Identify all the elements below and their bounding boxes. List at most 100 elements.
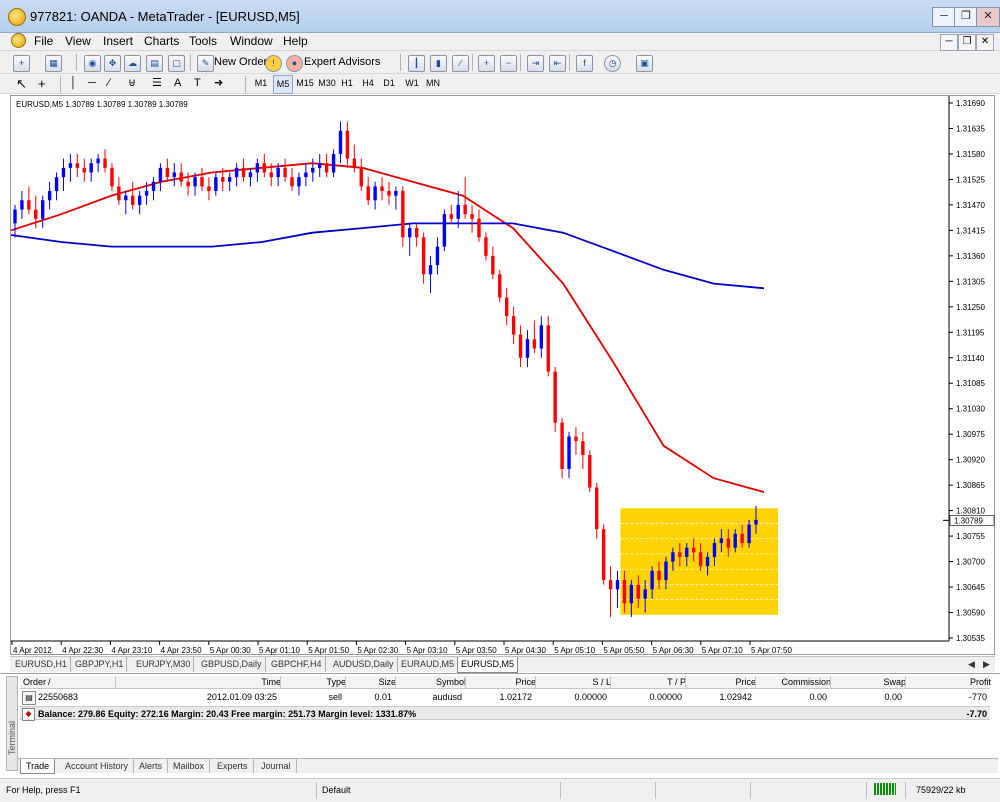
col-profit[interactable]: Profit xyxy=(905,676,994,689)
periods-icon[interactable]: ◷ xyxy=(604,55,621,72)
col-symbol[interactable]: Symbol xyxy=(395,676,469,689)
col-price[interactable]: Price xyxy=(465,676,539,689)
expert-advisors-icon[interactable]: ● xyxy=(286,55,303,72)
price-tick-label: 1.30645 xyxy=(956,583,985,592)
timeframe-h4[interactable]: H4 xyxy=(360,75,376,92)
navigator-icon[interactable]: ✥ xyxy=(104,55,121,72)
col-time[interactable]: Time xyxy=(115,676,284,689)
chart-tab-eurjpy-m30[interactable]: EURJPY,M30 xyxy=(133,657,195,672)
chart-tab-gbpchf-h4[interactable]: GBPCHF,H4 xyxy=(268,657,326,672)
fibonacci-icon[interactable]: ☰ xyxy=(152,75,162,92)
metaeditor-icon[interactable]: ! xyxy=(265,55,282,72)
autoscroll-icon[interactable]: ⇥ xyxy=(527,55,544,72)
status-profile[interactable]: Default xyxy=(322,785,351,795)
data-window-icon[interactable]: ☁ xyxy=(124,55,141,72)
tab-trade[interactable]: Trade xyxy=(20,759,56,774)
market-watch-icon[interactable]: ◉ xyxy=(84,55,101,72)
channel-icon[interactable]: ⊎ xyxy=(128,75,136,92)
timeframe-mn[interactable]: MN xyxy=(424,75,442,92)
chart-shift-icon[interactable]: ⇤ xyxy=(549,55,566,72)
candlestick-icon[interactable]: ▮ xyxy=(430,55,447,72)
templates-icon[interactable]: ▣ xyxy=(636,55,653,72)
text-icon[interactable]: A xyxy=(174,75,181,92)
time-tick-label: 5 Apr 01:50 xyxy=(308,646,349,655)
candle-body xyxy=(366,186,370,201)
col-current-price[interactable]: Price xyxy=(685,676,759,689)
close-button[interactable]: ✕ xyxy=(976,7,1000,27)
candle-body xyxy=(636,584,640,599)
price-tick-label: 1.30975 xyxy=(956,430,985,439)
col-tp[interactable]: T / P xyxy=(610,676,689,689)
timeframe-m30[interactable]: M30 xyxy=(317,75,337,92)
col-sl[interactable]: S / L xyxy=(535,676,614,689)
mdi-close-button[interactable]: ✕ xyxy=(976,34,994,51)
restore-button[interactable]: ❐ xyxy=(954,7,978,27)
vertical-line-icon[interactable]: │ xyxy=(70,75,77,92)
menu-charts[interactable]: Charts xyxy=(144,34,179,48)
menu-view[interactable]: View xyxy=(65,34,91,48)
tab-alerts[interactable]: Alerts xyxy=(134,759,169,773)
col-sort[interactable]: / xyxy=(45,676,118,689)
tester-icon[interactable]: ▢ xyxy=(168,55,185,72)
candle-body xyxy=(158,167,163,182)
col-swap[interactable]: Swap xyxy=(830,676,909,689)
timeframe-m1[interactable]: M1 xyxy=(253,75,269,92)
tab-journal[interactable]: Journal xyxy=(256,759,297,773)
menu-tools[interactable]: Tools xyxy=(189,34,217,48)
chart-window[interactable]: 1.31690 1.31635 1.31580 1.31525 1.31470 1.314… xyxy=(10,95,995,655)
timeframe-d1[interactable]: D1 xyxy=(381,75,397,92)
zoom-in-icon[interactable]: + xyxy=(478,55,495,72)
menu-window[interactable]: Window xyxy=(230,34,273,48)
new-chart-icon[interactable]: + xyxy=(13,55,30,72)
crosshair-icon[interactable]: + xyxy=(38,75,46,92)
candle-body xyxy=(47,191,52,201)
menu-file[interactable]: File xyxy=(34,34,53,48)
tab-experts[interactable]: Experts xyxy=(212,759,254,773)
bar-chart-icon[interactable]: ┃ xyxy=(408,55,425,72)
mdi-minimize-button[interactable]: ─ xyxy=(940,34,958,51)
trendline-icon[interactable]: ∕ xyxy=(108,75,110,92)
chart-tab-gbpjpy-h1[interactable]: GBPJPY,H1 xyxy=(72,657,128,672)
terminal-icon[interactable]: ▤ xyxy=(146,55,163,72)
label-icon[interactable]: T xyxy=(194,75,201,92)
col-commission[interactable]: Commission xyxy=(755,676,834,689)
menu-help[interactable]: Help xyxy=(283,34,308,48)
price-chart[interactable]: 1.31690 1.31635 1.31580 1.31525 1.31470 1.314… xyxy=(11,96,996,656)
chart-tab-eurusd-h1[interactable]: EURUSD,H1 xyxy=(12,657,72,672)
timeframe-w1[interactable]: W1 xyxy=(403,75,421,92)
horizontal-line-icon[interactable]: ─ xyxy=(88,75,96,92)
cursor-icon[interactable]: ↖ xyxy=(16,75,27,92)
menu-insert[interactable]: Insert xyxy=(103,34,133,48)
expert-advisors-button[interactable]: Expert Advisors xyxy=(304,54,380,71)
tab-scroll-right-icon[interactable]: ▶ xyxy=(980,657,993,672)
mdi-restore-button[interactable]: ❐ xyxy=(958,34,976,51)
chart-tab-euraud-m5[interactable]: EURAUD,M5 xyxy=(398,657,459,672)
table-row[interactable]: ▤ 22550683 2012.01.09 03:25 sell 0.01 au… xyxy=(20,690,990,705)
col-size[interactable]: Size xyxy=(345,676,399,689)
minimize-button[interactable]: ─ xyxy=(932,7,956,27)
tab-mailbox[interactable]: Mailbox xyxy=(168,759,211,773)
candle-body xyxy=(685,547,689,557)
chart-tab-eurusd-m5[interactable]: EURUSD,M5 xyxy=(457,657,519,673)
tab-scroll-left-icon[interactable]: ◀ xyxy=(965,657,978,672)
zoom-out-icon[interactable]: − xyxy=(500,55,517,72)
tab-account-history[interactable]: Account History xyxy=(60,759,135,773)
chart-tab-audusd-daily[interactable]: AUDUSD,Daily xyxy=(330,657,398,672)
col-type[interactable]: Type xyxy=(280,676,349,689)
candle-body xyxy=(421,237,426,275)
line-chart-icon[interactable]: ∕ xyxy=(452,55,469,72)
profiles-icon[interactable]: ▦ xyxy=(45,55,62,72)
indicators-icon[interactable]: f xyxy=(576,55,593,72)
new-order-button[interactable]: New Order xyxy=(214,54,267,71)
arrows-icon[interactable]: ➜ xyxy=(214,75,223,92)
candle-body xyxy=(200,177,204,187)
candle-body xyxy=(650,570,654,590)
chart-tab-gbpusd-daily[interactable]: GBPUSD,Daily xyxy=(198,657,266,672)
new-order-icon[interactable]: ✎ xyxy=(197,55,214,72)
candle-body xyxy=(477,218,481,238)
candle-body xyxy=(414,228,419,238)
timeframe-h1[interactable]: H1 xyxy=(339,75,355,92)
timeframe-m15[interactable]: M15 xyxy=(295,75,315,92)
terminal-side-tab[interactable]: Terminal xyxy=(6,676,18,771)
timeframe-m5[interactable]: M5 xyxy=(273,75,293,94)
